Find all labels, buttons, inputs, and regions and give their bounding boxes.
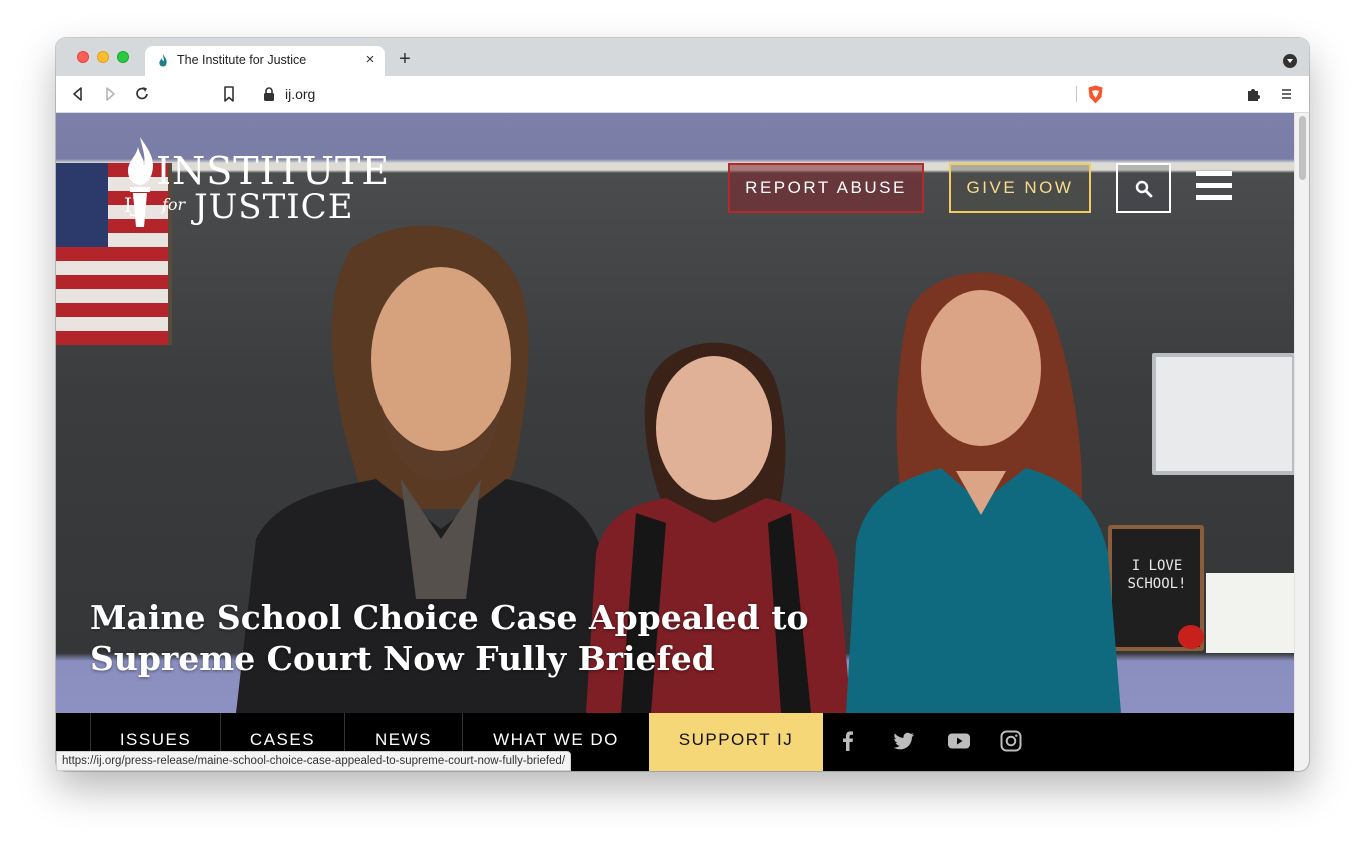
flame-favicon-icon	[159, 54, 167, 67]
url-divider	[1076, 86, 1077, 102]
tab-close-icon[interactable]: ×	[361, 51, 379, 69]
menu-line-icon	[1196, 195, 1232, 200]
whiteboard-image	[1152, 353, 1294, 475]
hero-headline-link[interactable]: Maine School Choice Case Appealed to Sup…	[90, 597, 810, 679]
paper-image	[1206, 573, 1294, 653]
search-button[interactable]	[1116, 163, 1171, 213]
url-text: ij.org	[285, 86, 316, 102]
report-abuse-button[interactable]: REPORT ABUSE	[728, 163, 924, 213]
forward-icon[interactable]	[100, 84, 120, 104]
youtube-icon[interactable]	[947, 729, 971, 753]
lock-icon	[264, 87, 274, 101]
instagram-icon[interactable]	[999, 729, 1023, 753]
apple-image	[1178, 625, 1204, 649]
logo-justice-text: JUSTICE	[194, 187, 354, 227]
menu-line-icon	[1196, 171, 1232, 176]
address-bar[interactable]: ij.org	[251, 80, 1113, 108]
browser-toolbar: ij.org	[56, 76, 1309, 113]
twitter-icon[interactable]	[892, 729, 916, 753]
menu-line-icon	[1196, 183, 1232, 188]
ij-logo[interactable]: INSTITUTE IJ for JUSTICE	[118, 137, 389, 242]
tab-ij[interactable]: The Institute for Justice ×	[145, 46, 385, 76]
hamburger-menu-button[interactable]	[1196, 171, 1232, 205]
search-icon	[1135, 180, 1153, 198]
give-now-button[interactable]: GIVE NOW	[949, 163, 1091, 213]
zoom-window-button[interactable]	[117, 51, 129, 63]
nav-support-ij-button[interactable]: SUPPORT IJ	[649, 713, 823, 771]
brave-shield-icon[interactable]	[1087, 85, 1104, 104]
facebook-icon[interactable]	[836, 729, 860, 753]
reload-icon[interactable]	[132, 84, 152, 104]
status-bar-url: https://ij.org/press-release/maine-schoo…	[56, 751, 572, 771]
bookmark-icon[interactable]	[219, 84, 239, 104]
extensions-icon[interactable]	[1244, 84, 1264, 104]
app-menu-icon[interactable]	[1276, 84, 1296, 104]
tab-title: The Institute for Justice	[177, 53, 307, 67]
back-icon[interactable]	[68, 84, 88, 104]
tab-menu-icon[interactable]	[1283, 54, 1297, 68]
new-tab-button[interactable]: +	[395, 49, 415, 70]
close-window-button[interactable]	[77, 51, 89, 63]
woman-figure-image	[846, 272, 1121, 713]
page-viewport: I LOVE SCHOOL! INSTITUTE IJ for JUSTICE …	[56, 113, 1309, 771]
tab-strip: The Institute for Justice × +	[56, 38, 1309, 76]
logo-ij-text: IJ	[124, 193, 140, 217]
logo-for-text: for	[162, 195, 186, 214]
browser-window: The Institute for Justice × + ij.org I L…	[56, 38, 1309, 771]
hero-banner: I LOVE SCHOOL! INSTITUTE IJ for JUSTICE …	[56, 113, 1294, 713]
minimize-window-button[interactable]	[97, 51, 109, 63]
page-scrollbar[interactable]	[1294, 113, 1309, 771]
scroll-thumb[interactable]	[1299, 116, 1306, 180]
